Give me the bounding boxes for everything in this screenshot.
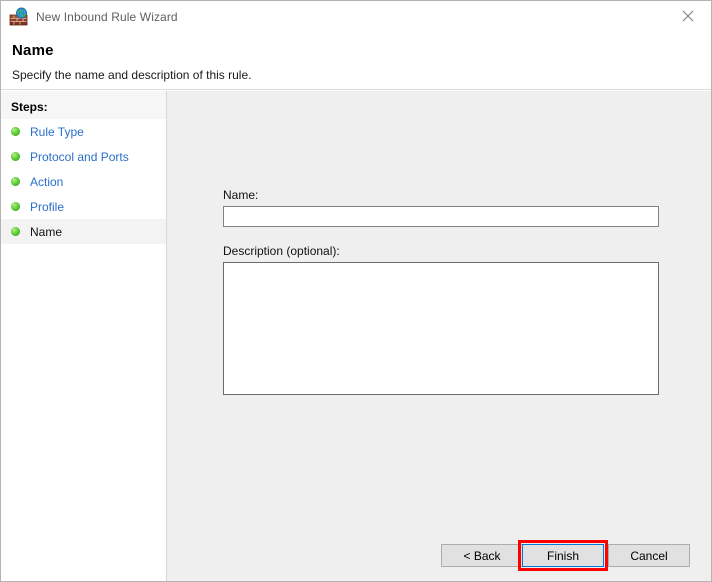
page-subtitle: Specify the name and description of this… xyxy=(12,68,252,82)
description-field-label: Description (optional): xyxy=(223,244,340,258)
page-title: Name xyxy=(12,42,54,59)
steps-label: Steps: xyxy=(11,100,48,114)
sidebar-item-label: Profile xyxy=(30,199,65,214)
back-button[interactable]: < Back xyxy=(441,544,523,567)
step-bullet-icon xyxy=(11,177,20,186)
sidebar-item-rule-type[interactable]: Rule Type xyxy=(1,119,166,144)
dialog-button-bar: < Back Finish Cancel xyxy=(167,540,711,581)
cancel-button[interactable]: Cancel xyxy=(608,544,690,567)
sidebar-item-label: Action xyxy=(30,174,64,189)
title-bar: New Inbound Rule Wizard xyxy=(1,1,711,32)
description-label-wrapper: Description (optional): xyxy=(223,244,659,258)
step-bullet-icon xyxy=(11,227,20,236)
sidebar-item-label: Name xyxy=(30,224,63,239)
sidebar-item-action[interactable]: Action xyxy=(1,169,166,194)
close-icon[interactable] xyxy=(665,1,711,31)
firewall-brick-wall-globe-icon xyxy=(9,7,29,27)
steps-list: Rule Type Protocol and Ports Action Prof… xyxy=(1,119,166,244)
name-field-label: Name: xyxy=(223,188,259,202)
window-title: New Inbound Rule Wizard xyxy=(36,9,178,24)
sidebar-item-protocol-and-ports[interactable]: Protocol and Ports xyxy=(1,144,166,169)
content-panel: Name: Description (optional): < Back Fin… xyxy=(167,91,711,581)
name-input[interactable] xyxy=(223,206,659,227)
step-bullet-icon xyxy=(11,202,20,211)
sidebar-item-name[interactable]: Name xyxy=(1,219,166,244)
rule-name-form: Name: Description (optional): xyxy=(223,188,659,395)
wizard-header: Name Specify the name and description of… xyxy=(1,32,711,90)
sidebar-item-profile[interactable]: Profile xyxy=(1,194,166,219)
sidebar-item-label: Protocol and Ports xyxy=(30,149,129,164)
new-inbound-rule-wizard-window: New Inbound Rule Wizard Name Specify the… xyxy=(0,0,712,582)
step-bullet-icon xyxy=(11,127,20,136)
steps-sidebar: Steps: Rule Type Protocol and Ports Acti… xyxy=(1,91,167,581)
step-bullet-icon xyxy=(11,152,20,161)
finish-button[interactable]: Finish xyxy=(522,544,604,567)
description-input[interactable] xyxy=(223,262,659,395)
sidebar-item-label: Rule Type xyxy=(30,124,84,139)
